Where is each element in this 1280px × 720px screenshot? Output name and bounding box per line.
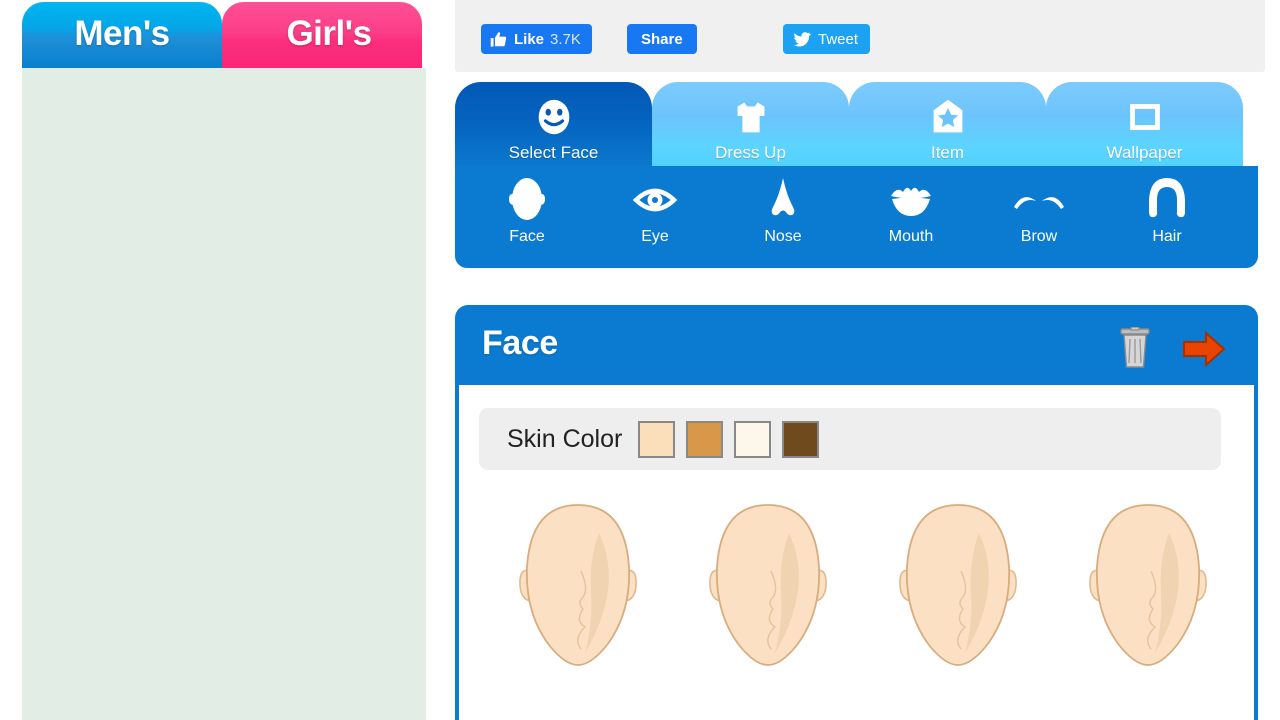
skin-swatch-light-peach[interactable] <box>638 420 676 458</box>
hair-icon <box>1149 178 1185 218</box>
facebook-like-button[interactable]: Like 3.7K <box>481 24 592 54</box>
part-hair-label: Hair <box>1152 228 1182 245</box>
tab-wallpaper[interactable]: Wallpaper <box>1046 82 1243 168</box>
star-badge-icon <box>933 99 962 133</box>
face-option-4[interactable] <box>1053 493 1243 683</box>
thumbs-up-icon <box>490 31 507 47</box>
part-mouth[interactable]: Mouth <box>847 174 975 260</box>
tab-select-face-label: Select Face <box>508 143 599 162</box>
social-share-bar: Like 3.7K Share Tweet <box>455 0 1265 72</box>
smiley-face-icon <box>538 99 569 135</box>
part-eye[interactable]: Eye <box>591 174 719 260</box>
right-arrow-icon[interactable] <box>1182 331 1226 367</box>
part-brow[interactable]: Brow <box>975 174 1103 260</box>
avatar-maker-app: Men's Girl's Like 3.7K Share Tweet Selec… <box>0 0 1280 720</box>
face-option-2[interactable] <box>673 493 863 683</box>
face-option-1[interactable] <box>483 493 673 683</box>
part-hair[interactable]: Hair <box>1103 174 1231 260</box>
skin-color-selector: Skin Color <box>479 408 1221 470</box>
face-options-panel: Face Skin Color <box>455 305 1258 720</box>
tab-wallpaper-label: Wallpaper <box>1106 143 1183 162</box>
mouth-icon <box>891 187 931 216</box>
nose-icon <box>771 178 795 216</box>
tab-dress-up-label: Dress Up <box>715 143 786 162</box>
twitter-bird-icon <box>793 32 811 47</box>
panel-header: Face <box>459 309 1254 385</box>
tab-dress-up[interactable]: Dress Up <box>652 82 849 168</box>
panel-body: Skin Color <box>459 385 1254 720</box>
like-count: 3.7K <box>550 30 581 48</box>
skin-swatch-dark-brown[interactable] <box>782 420 820 458</box>
twitter-tweet-button[interactable]: Tweet <box>783 24 871 54</box>
gender-tab-mens-label: Men's <box>74 13 170 53</box>
face-outline-icon <box>509 178 545 220</box>
part-brow-label: Brow <box>1020 228 1058 245</box>
skin-color-label: Skin Color <box>507 424 623 453</box>
trash-can-icon[interactable] <box>1115 327 1155 369</box>
square-frame-icon <box>1129 104 1160 130</box>
face-thumbnail-grid <box>459 493 1254 720</box>
gender-tab-bar: Men's Girl's <box>0 0 440 68</box>
tab-select-face[interactable]: Select Face <box>455 82 652 168</box>
avatar-preview-column: Men's Girl's <box>0 0 440 720</box>
gender-tab-mens[interactable]: Men's <box>22 2 222 68</box>
part-face-label: Face <box>509 228 545 245</box>
tweet-label: Tweet <box>818 30 859 48</box>
eyebrow-icon <box>1014 197 1064 209</box>
gender-tab-girls-label: Girl's <box>286 13 372 53</box>
avatar-canvas[interactable] <box>22 68 426 720</box>
gender-tab-girls[interactable]: Girl's <box>222 2 422 68</box>
part-face[interactable]: Face <box>463 174 591 260</box>
part-mouth-label: Mouth <box>888 228 934 245</box>
skin-swatch-cream[interactable] <box>734 420 772 458</box>
facebook-share-button[interactable]: Share <box>627 24 697 54</box>
part-nose[interactable]: Nose <box>719 174 847 260</box>
eye-icon <box>632 188 678 212</box>
part-nose-label: Nose <box>764 228 802 245</box>
mode-tab-bar: Select Face Dress Up Item Wallpaper <box>455 82 1258 168</box>
editor-column: Like 3.7K Share Tweet Select Face Dress … <box>440 0 1280 720</box>
part-eye-label: Eye <box>641 228 669 245</box>
panel-title: Face <box>482 324 558 362</box>
parts-nav-bar: Face Eye Nose Mouth Brow Hair <box>455 166 1258 268</box>
tab-item-label: Item <box>930 143 965 162</box>
tab-item[interactable]: Item <box>849 82 1046 168</box>
tshirt-icon <box>737 102 764 133</box>
face-option-3[interactable] <box>863 493 1053 683</box>
like-label: Like <box>514 30 545 48</box>
share-label: Share <box>641 30 683 48</box>
skin-swatch-tan[interactable] <box>686 420 724 458</box>
